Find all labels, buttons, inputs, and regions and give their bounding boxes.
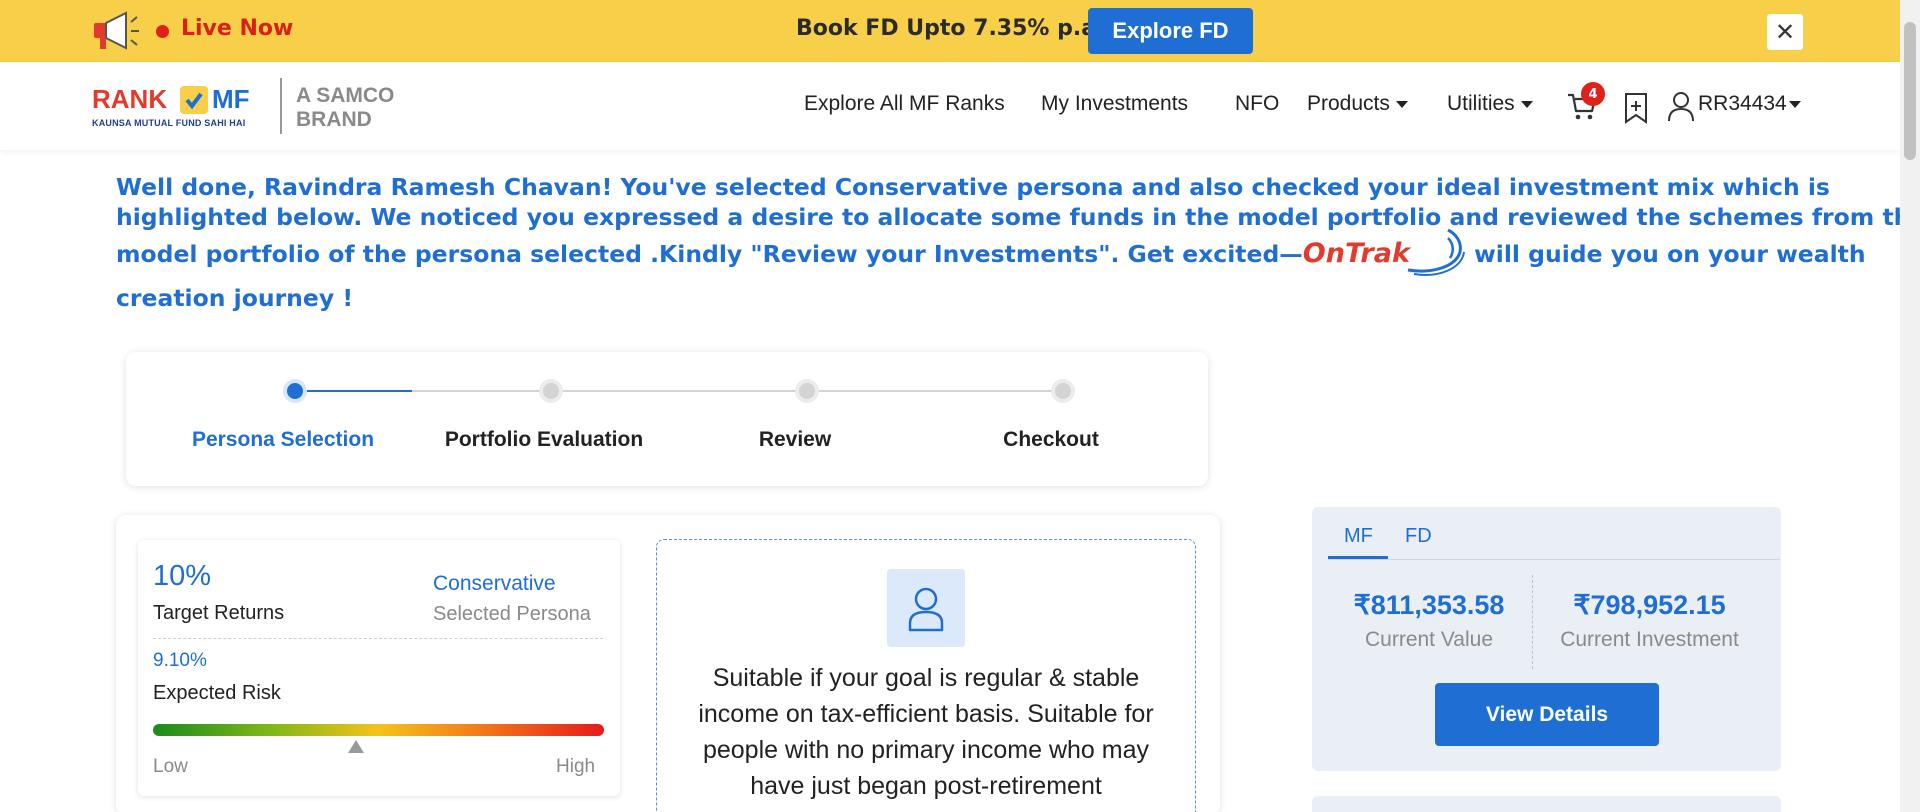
step-review[interactable]: Review <box>665 428 925 452</box>
current-value-label: Current Value <box>1364 628 1493 651</box>
chevron-down-icon <box>1788 100 1801 108</box>
nav-explore-ranks[interactable]: Explore All MF Ranks <box>804 92 1005 116</box>
current-value-amount: ₹811,353.58 <box>1353 590 1505 620</box>
welcome-message: Well done, Ravindra Ramesh Chavan! You'v… <box>116 172 1920 320</box>
nav-nfo[interactable]: NFO <box>1235 92 1279 116</box>
current-investment-label: Current Investment <box>1560 628 1739 651</box>
step-dot-persona-selection <box>283 379 307 403</box>
message-line-3: model portfolio of the persona selected … <box>116 228 1866 276</box>
fd-offer-text: Book FD Upto 7.35% p.a. <box>796 16 1105 41</box>
logo-check-icon <box>180 86 208 114</box>
risk-low-label: Low <box>153 756 188 777</box>
samco-brand-text: A SAMCO BRAND <box>296 84 394 132</box>
message-line-3-end: will guide you on your wealth <box>1465 240 1866 268</box>
tab-divider <box>1328 559 1780 560</box>
close-icon: ✕ <box>1774 18 1796 46</box>
nav-products[interactable]: Products <box>1307 92 1408 116</box>
step-dot-portfolio-evaluation <box>539 379 563 403</box>
logo-tagline: KAUNSA MUTUAL FUND SAHI HAI <box>92 118 246 128</box>
message-line-3-start: model portfolio of the persona selected … <box>116 240 1303 268</box>
next-card-edge <box>1312 796 1781 812</box>
holdings-divider <box>1532 575 1533 669</box>
rankmf-logo[interactable]: RANK MF KAUNSA MUTUAL FUND SAHI HAI A SA… <box>92 78 422 136</box>
nav-utilities-label: Utilities <box>1447 92 1515 115</box>
step-connector <box>412 390 1062 392</box>
view-details-button[interactable]: View Details <box>1435 683 1659 746</box>
step-persona-selection[interactable]: Persona Selection <box>153 428 413 452</box>
live-now-label: Live Now <box>181 16 294 41</box>
expected-risk-value: 9.10% <box>153 650 207 671</box>
target-returns-label: Target Returns <box>153 602 285 624</box>
chevron-down-icon <box>1520 100 1533 108</box>
step-portfolio-evaluation[interactable]: Portfolio Evaluation <box>414 428 674 452</box>
ontrak-logo: OnTrak <box>1302 228 1466 276</box>
nav-products-label: Products <box>1307 92 1390 115</box>
explore-fd-button[interactable]: Explore FD <box>1088 8 1253 54</box>
user-account-menu[interactable]: RR34434 <box>1698 92 1801 116</box>
samco-line-1: A SAMCO <box>296 84 395 107</box>
message-line-2: highlighted below. We noticed you expres… <box>116 203 1920 231</box>
scrollbar-thumb[interactable] <box>1904 22 1916 160</box>
selected-persona-value: Conservative <box>433 572 556 595</box>
step-connector-active <box>295 390 412 392</box>
risk-gradient-bar <box>153 724 604 736</box>
nav-utilities[interactable]: Utilities <box>1447 92 1533 116</box>
ontrak-logo-text: OnTrak <box>1302 238 1410 269</box>
nav-my-investments[interactable]: My Investments <box>1041 92 1188 116</box>
cart-count-badge: 4 <box>1581 82 1605 106</box>
target-returns-value: 10% <box>153 560 212 592</box>
panel-divider <box>153 638 603 639</box>
step-checkout[interactable]: Checkout <box>921 428 1181 452</box>
message-line-4: creation journey ! <box>116 284 354 312</box>
logo-mf-text: MF <box>212 84 250 114</box>
tab-fd[interactable]: FD <box>1405 525 1432 548</box>
banner-close-button[interactable]: ✕ <box>1767 14 1803 50</box>
user-id-label: RR34434 <box>1698 92 1787 115</box>
logo-rank-text: RANK <box>92 84 168 114</box>
samco-line-2: BRAND <box>296 108 372 131</box>
step-dot-review <box>795 379 819 403</box>
chevron-down-icon <box>1395 100 1408 108</box>
persona-description: Suitable if your goal is regular & stabl… <box>698 664 1154 800</box>
user-icon[interactable] <box>1666 90 1696 122</box>
live-dot-icon <box>156 25 169 38</box>
selected-persona-label: Selected Persona <box>433 603 591 625</box>
risk-marker-icon <box>347 740 364 753</box>
ontrak-swoosh-icon <box>1407 228 1465 276</box>
person-icon <box>887 569 965 647</box>
step-dot-checkout <box>1051 379 1075 403</box>
current-investment-amount: ₹798,952.15 <box>1573 590 1726 620</box>
message-line-1: Well done, Ravindra Ramesh Chavan! You'v… <box>116 173 1830 201</box>
logo-divider <box>280 78 282 134</box>
progress-stepper <box>126 352 1208 486</box>
risk-high-label: High <box>556 756 596 777</box>
bookmark-plus-icon[interactable] <box>1622 92 1650 124</box>
expected-risk-label: Expected Risk <box>153 682 281 704</box>
tab-mf[interactable]: MF <box>1344 525 1373 548</box>
megaphone-icon <box>94 11 139 50</box>
